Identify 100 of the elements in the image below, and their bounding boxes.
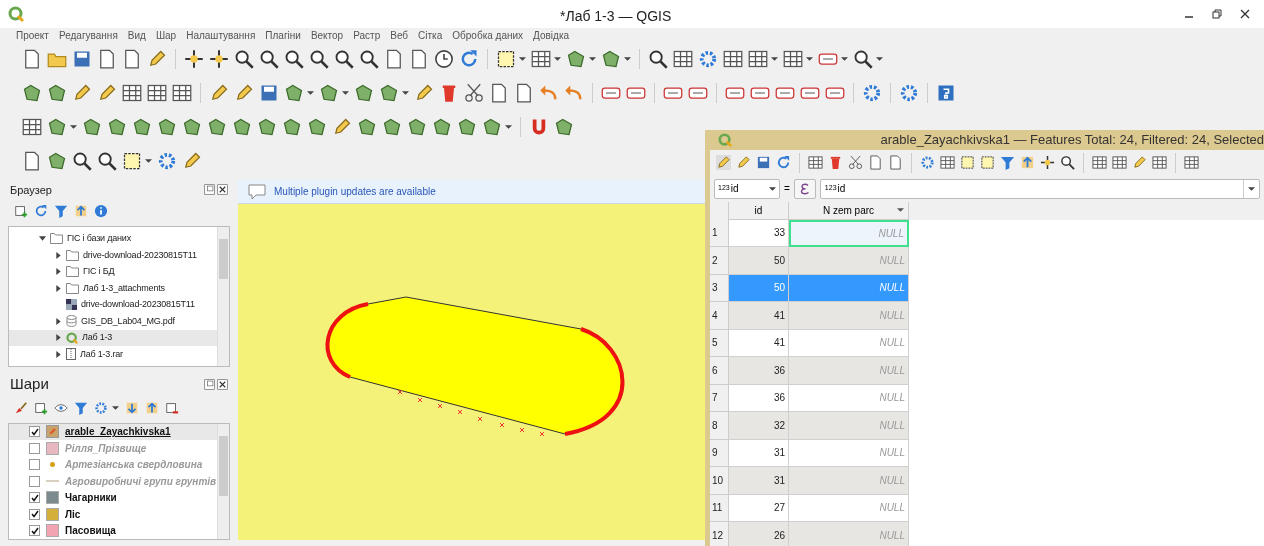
- polygon-icon[interactable]: [107, 117, 127, 137]
- move-icon[interactable]: [209, 49, 229, 69]
- checkbox[interactable]: [29, 475, 40, 487]
- row-number[interactable]: 2: [710, 247, 729, 275]
- table-icon[interactable]: [1152, 155, 1167, 170]
- collapsed-arrow-icon[interactable]: [56, 351, 61, 358]
- caret-icon[interactable]: [624, 57, 631, 61]
- menu-item[interactable]: Вектор: [310, 27, 344, 43]
- info-icon[interactable]: [94, 203, 108, 218]
- magnifier-icon[interactable]: [309, 49, 329, 69]
- layer-name[interactable]: Ліс: [65, 506, 81, 522]
- checkbox[interactable]: [29, 525, 40, 537]
- caret-icon[interactable]: [554, 57, 561, 61]
- filter-icon[interactable]: [74, 400, 88, 415]
- row-number[interactable]: 1: [710, 219, 729, 247]
- polygon-icon[interactable]: [47, 151, 67, 171]
- magnifier-icon[interactable]: [359, 49, 379, 69]
- filter-icon[interactable]: [54, 203, 68, 218]
- move-icon[interactable]: [184, 49, 204, 69]
- save-icon[interactable]: [259, 83, 279, 103]
- polygon-icon[interactable]: [432, 117, 452, 137]
- close-icon[interactable]: [217, 379, 228, 391]
- polygon-icon[interactable]: [47, 117, 67, 137]
- refresh-icon[interactable]: [459, 49, 479, 69]
- caret-icon[interactable]: [876, 57, 883, 61]
- table-icon[interactable]: [748, 49, 768, 69]
- scrollbar[interactable]: [217, 226, 229, 366]
- refresh-icon[interactable]: [34, 203, 48, 218]
- tree-item[interactable]: ГІС і БД: [83, 265, 115, 279]
- tree-row[interactable]: drive-download-20230815T11: [9, 247, 217, 264]
- tree-row[interactable]: GIS_DB_Lab04_MG.pdf: [9, 313, 217, 330]
- collapsed-arrow-icon[interactable]: [56, 268, 61, 276]
- table-row[interactable]: 6 36 NULL: [710, 357, 909, 385]
- polygon-icon[interactable]: [257, 117, 277, 137]
- table-row[interactable]: 8 32 NULL: [710, 412, 909, 440]
- caret-icon[interactable]: [342, 91, 349, 95]
- page-icon[interactable]: [22, 49, 42, 69]
- tree-item[interactable]: Лаб 1-3: [82, 331, 113, 345]
- table-icon[interactable]: [531, 49, 551, 69]
- checkbox[interactable]: [29, 442, 40, 454]
- row-number[interactable]: 10: [710, 467, 729, 495]
- table-icon[interactable]: [1092, 155, 1107, 170]
- table-row[interactable]: 2 50 NULL: [710, 247, 909, 275]
- row-number[interactable]: 8: [710, 412, 729, 440]
- menu-item[interactable]: Шар: [155, 27, 177, 43]
- pencil-icon[interactable]: [234, 83, 254, 103]
- selection-icon[interactable]: [122, 151, 142, 171]
- page-icon[interactable]: [514, 83, 534, 103]
- tree-item[interactable]: drive-download-20230815T11: [81, 298, 195, 312]
- menu-item[interactable]: Плагіни: [265, 27, 301, 43]
- page-icon[interactable]: [22, 151, 42, 171]
- restore-icon[interactable]: [1212, 9, 1222, 19]
- gear-icon[interactable]: [899, 83, 919, 103]
- row-number[interactable]: 11: [710, 494, 729, 522]
- tree-row[interactable]: Лаб 1-3_attachments: [9, 280, 217, 297]
- arrow-up-icon[interactable]: [74, 203, 88, 218]
- checkbox[interactable]: [29, 426, 40, 438]
- polygon-icon[interactable]: [182, 117, 202, 137]
- add-layer-icon[interactable]: [14, 203, 28, 218]
- caret-icon[interactable]: [589, 57, 596, 61]
- checkbox[interactable]: [29, 459, 40, 471]
- row-number[interactable]: 12: [710, 522, 729, 546]
- table-icon[interactable]: [172, 83, 192, 103]
- row-number[interactable]: 9: [710, 439, 729, 467]
- caret-icon[interactable]: [505, 125, 512, 129]
- column-header[interactable]: N zem parc: [789, 201, 909, 220]
- polygon-icon[interactable]: [357, 117, 377, 137]
- polygon-icon[interactable]: [207, 117, 227, 137]
- polygon-icon[interactable]: [601, 49, 621, 69]
- table-row[interactable]: 7 36 NULL: [710, 384, 909, 412]
- page-icon[interactable]: [97, 49, 117, 69]
- table-row[interactable]: 1 33 NULL: [710, 219, 909, 247]
- polygon-icon[interactable]: [284, 83, 304, 103]
- add-layer-icon[interactable]: [34, 400, 48, 415]
- clock-icon[interactable]: [434, 49, 454, 69]
- remove-layer-icon[interactable]: [165, 400, 179, 415]
- row-number[interactable]: 7: [710, 384, 729, 412]
- expanded-arrow-icon[interactable]: [39, 236, 46, 242]
- scissors-icon[interactable]: [848, 155, 863, 170]
- tree-row[interactable]: Лаб 1-3.rar: [9, 346, 217, 363]
- pencil-icon[interactable]: [716, 155, 731, 170]
- caret-icon[interactable]: [806, 57, 813, 61]
- magnifier-icon[interactable]: [284, 49, 304, 69]
- arrow-down-icon[interactable]: [125, 400, 139, 415]
- row-number[interactable]: 5: [710, 329, 729, 357]
- table-icon[interactable]: [723, 49, 743, 69]
- message-text[interactable]: Multiple plugin updates are available: [274, 184, 436, 199]
- page-icon[interactable]: [122, 49, 142, 69]
- caret-icon[interactable]: [519, 57, 526, 61]
- pencil-icon[interactable]: [182, 151, 202, 171]
- polygon-icon[interactable]: [47, 83, 67, 103]
- caret-icon[interactable]: [402, 91, 409, 95]
- layer-name[interactable]: Пасовища: [65, 523, 116, 539]
- checkbox[interactable]: [29, 508, 40, 520]
- gear-icon[interactable]: [94, 400, 108, 415]
- table-row[interactable]: 5 41 NULL: [710, 329, 909, 357]
- gear-icon[interactable]: [698, 49, 718, 69]
- pencil-icon[interactable]: [97, 83, 117, 103]
- page-icon[interactable]: [888, 155, 903, 170]
- menu-item[interactable]: Налаштування: [186, 27, 256, 43]
